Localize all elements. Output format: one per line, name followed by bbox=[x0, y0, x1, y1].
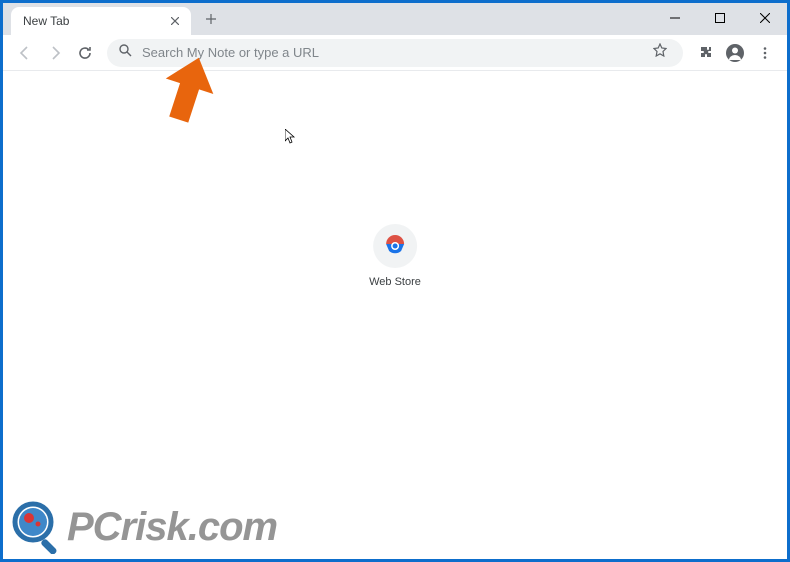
browser-tab[interactable]: New Tab bbox=[11, 7, 191, 35]
tab-title: New Tab bbox=[23, 14, 69, 28]
minimize-icon bbox=[670, 13, 680, 23]
close-icon bbox=[760, 13, 770, 23]
maximize-icon bbox=[715, 13, 725, 23]
tab-close-button[interactable] bbox=[167, 13, 183, 29]
window-controls bbox=[652, 3, 787, 35]
watermark-text: PCrisk.com bbox=[67, 505, 277, 550]
shortcuts-area: Web Store bbox=[361, 216, 429, 296]
titlebar: New Tab bbox=[3, 3, 787, 35]
bookmark-star-button[interactable] bbox=[649, 39, 671, 66]
close-window-button[interactable] bbox=[742, 3, 787, 33]
user-icon bbox=[725, 43, 745, 63]
profile-button[interactable] bbox=[721, 39, 749, 67]
shortcut-web-store[interactable]: Web Store bbox=[361, 216, 429, 296]
shortcut-icon-wrap bbox=[373, 224, 417, 268]
menu-button[interactable] bbox=[751, 39, 779, 67]
forward-button[interactable] bbox=[41, 39, 69, 67]
arrow-right-icon bbox=[47, 45, 63, 61]
new-tab-button[interactable] bbox=[197, 5, 225, 33]
close-icon bbox=[171, 17, 179, 25]
search-icon bbox=[119, 44, 132, 62]
puzzle-icon bbox=[698, 45, 713, 60]
omnibox-input[interactable] bbox=[142, 45, 649, 60]
kebab-icon bbox=[758, 46, 772, 60]
arrow-left-icon bbox=[17, 45, 33, 61]
back-button[interactable] bbox=[11, 39, 39, 67]
maximize-button[interactable] bbox=[697, 3, 742, 33]
magnifier-icon bbox=[11, 500, 65, 554]
reload-button[interactable] bbox=[71, 39, 99, 67]
plus-icon bbox=[205, 13, 217, 25]
web-store-icon bbox=[384, 235, 406, 257]
new-tab-page: Web Store bbox=[3, 71, 787, 559]
shortcut-label: Web Store bbox=[369, 276, 421, 288]
reload-icon bbox=[77, 45, 93, 61]
star-icon bbox=[653, 43, 667, 57]
extensions-button[interactable] bbox=[691, 39, 719, 67]
address-bar[interactable] bbox=[107, 39, 683, 67]
watermark: PCrisk.com bbox=[11, 500, 277, 554]
minimize-button[interactable] bbox=[652, 3, 697, 33]
toolbar bbox=[3, 35, 787, 71]
